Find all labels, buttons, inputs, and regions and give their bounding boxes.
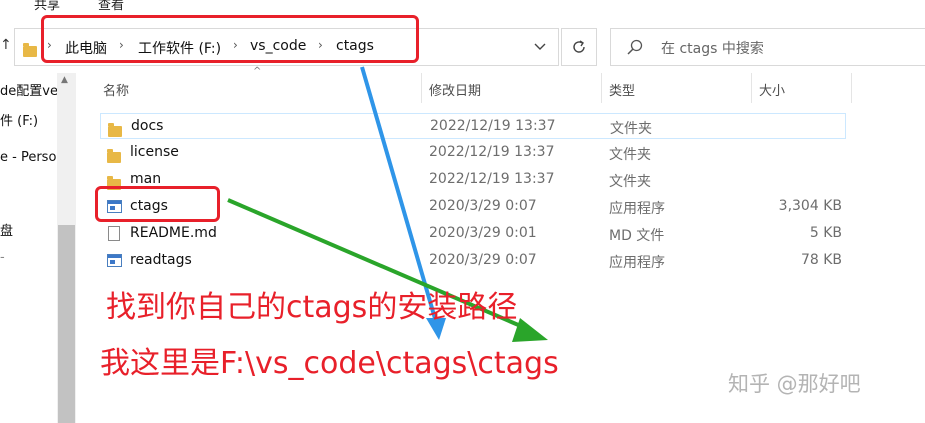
watermark: 知乎 @那好吧 (728, 372, 861, 396)
annotation-instruction: 找到你自己的ctags的安装路径 (106, 290, 518, 325)
annotation-path: 我这里是F:\vs_code\ctags\ctags (100, 346, 559, 381)
